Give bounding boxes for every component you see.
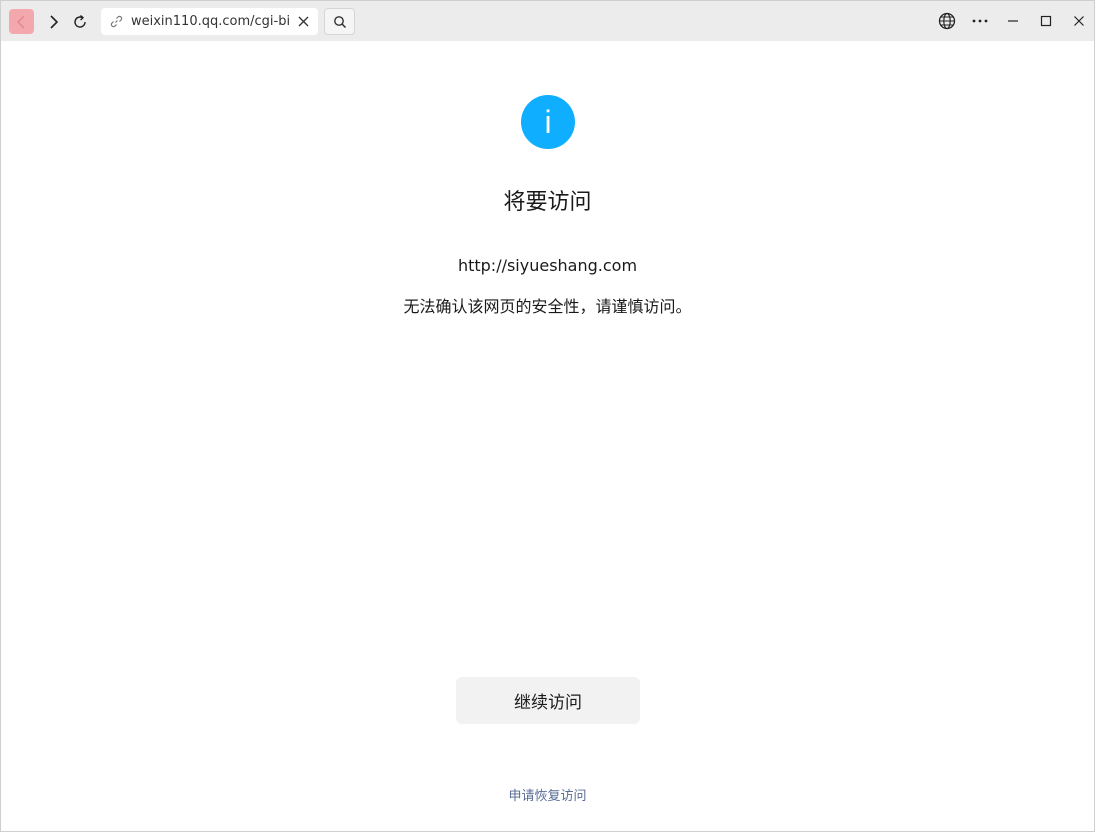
redirect-confirm-page: i 将要访问 http://siyueshang.com 无法确认该网页的安全性… — [1, 41, 1094, 831]
language-button[interactable] — [935, 9, 959, 33]
browser-toolbar: weixin110.qq.com/cgi-bin/mmspamsupport-b… — [1, 1, 1094, 41]
forward-button[interactable] — [41, 9, 66, 34]
minimize-icon — [1008, 20, 1018, 22]
back-button[interactable] — [9, 9, 34, 34]
reload-button[interactable] — [67, 9, 92, 34]
request-restore-link[interactable]: 申请恢复访问 — [1, 788, 1094, 806]
minimize-button[interactable] — [1001, 9, 1025, 33]
more-icon — [972, 19, 988, 23]
info-icon: i — [521, 95, 575, 149]
search-button[interactable] — [324, 8, 355, 35]
continue-visit-button[interactable]: 继续访问 — [456, 677, 640, 724]
maximize-icon — [1040, 15, 1052, 27]
more-button[interactable] — [968, 9, 992, 33]
page-title: 将要访问 — [503, 190, 592, 215]
security-warning: 无法确认该网页的安全性，请谨慎访问。 — [403, 297, 692, 316]
link-icon — [110, 15, 123, 28]
maximize-button[interactable] — [1034, 9, 1058, 33]
browser-window: weixin110.qq.com/cgi-bin/mmspamsupport-b… — [0, 0, 1095, 832]
address-bar[interactable]: weixin110.qq.com/cgi-bin/mmspamsupport-b… — [101, 8, 318, 35]
target-url: http://siyueshang.com — [457, 256, 638, 275]
clear-address-icon[interactable] — [298, 16, 309, 27]
close-icon — [1074, 16, 1084, 26]
chevron-right-icon — [49, 14, 58, 29]
close-window-button[interactable] — [1067, 9, 1091, 33]
chevron-left-icon — [16, 14, 25, 29]
reload-icon — [73, 14, 86, 28]
search-icon — [333, 15, 346, 28]
globe-icon — [938, 12, 956, 30]
address-url[interactable]: weixin110.qq.com/cgi-bin/mmspamsupport-b… — [131, 14, 291, 30]
info-icon-letter: i — [544, 104, 551, 140]
